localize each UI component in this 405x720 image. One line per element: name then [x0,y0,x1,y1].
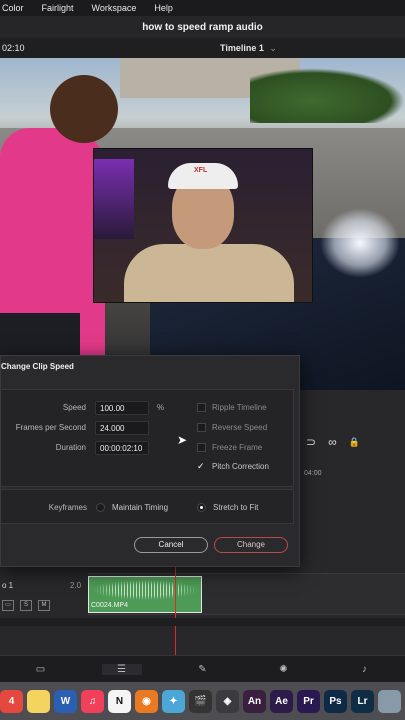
fusion-page-icon[interactable]: ✎ [183,664,223,675]
stretch-to-fit-radio[interactable] [197,503,206,512]
music-icon[interactable]: ♫ [81,689,104,713]
change-button[interactable]: Change [214,537,288,553]
project-title: how to speed ramp audio [142,21,263,33]
edit-page-icon[interactable]: ☰ [101,663,142,675]
menu-bar: Color Fairlight Workspace Help [0,0,405,16]
ruler-timecode: 04:00 [304,470,322,477]
background-trees [250,68,405,123]
solo-button[interactable]: S [20,599,32,611]
viewer-timecode: 02:10 [2,43,25,53]
color-app-icon[interactable]: ✦ [162,689,185,713]
reverse-speed-checkbox[interactable] [197,423,206,432]
notes-icon[interactable] [27,689,50,713]
menu-workspace[interactable]: Workspace [92,3,137,13]
macos-dock: 4 W ♫ N ◉ ✦ 🎬 ◈ An Ae Pr Ps Lr [0,682,405,720]
blender-icon[interactable]: ◉ [135,689,158,713]
speed-label: Speed [62,403,86,412]
chevron-down-icon: ⌄ [269,43,277,53]
reverse-speed-label: Reverse Speed [212,423,268,432]
playhead[interactable] [175,558,176,655]
freeze-frame-checkbox[interactable] [197,443,206,452]
webcam-shirt [124,244,294,302]
menu-help[interactable]: Help [154,3,173,13]
keyframes-panel: Keyframes Maintain Timing Stretch to Fit [1,489,294,524]
word-icon[interactable]: W [54,689,77,713]
speed-settings-panel: Speed 100.00 % Frames per Second 24.000 … [1,389,294,487]
media-page-icon[interactable]: ▭ [21,664,61,675]
window-title: how to speed ramp audio [0,16,405,38]
duration-label: Duration [55,443,86,452]
track-channel: 2.0 [70,581,82,590]
link-icon[interactable]: ∞ [328,435,337,449]
ripple-timeline-label: Ripple Timeline [212,403,267,412]
ripple-timeline-checkbox[interactable] [197,403,206,412]
page-navigation: ▭ ☰ ✎ ✺ ♪ [0,655,405,682]
fairlight-page-icon[interactable]: ♪ [345,664,385,675]
water-splash [320,208,400,278]
freeze-frame-label: Freeze Frame [212,443,263,452]
pitch-correction-checkbox[interactable]: ✓ [197,462,206,471]
checkmark-icon: ✓ [197,461,205,471]
track-controls: ▭ S M [0,596,88,614]
timeline-selector[interactable]: Timeline 1 ⌄ [220,43,277,54]
maintain-timing-label: Maintain Timing [112,503,169,512]
person-head [50,75,118,143]
speed-field[interactable]: 100.00 [95,401,149,415]
lock-icon[interactable]: 🔒 [349,437,360,448]
resolve-icon[interactable]: ◈ [216,689,239,713]
timeline-name: Timeline 1 [220,43,264,53]
menu-fairlight[interactable]: Fairlight [42,3,74,13]
photoshop-icon[interactable]: Ps [324,689,347,713]
waveform-toggle-icon[interactable]: ▭ [2,599,14,611]
change-clip-speed-dialog: Change Clip Speed Speed 100.00 % Frames … [0,355,300,567]
neon-light [94,159,134,239]
video-viewer[interactable]: XFL [0,58,405,390]
audio-clip[interactable]: C0024.MP4 [88,576,202,613]
pitch-correction-label: Pitch Correction [212,462,269,471]
stretch-to-fit-label: Stretch to Fit [213,503,259,512]
fps-label: Frames per Second [15,423,86,432]
audio-waveform [91,580,199,600]
notion-icon[interactable]: N [108,689,131,713]
speed-unit: % [157,403,165,412]
clip-name: C0024.MP4 [91,602,128,609]
viewer-header: 02:10 Timeline 1 ⌄ [0,38,405,58]
duration-field[interactable]: 00:00:02:10 [95,441,149,455]
timeline-toolbar: ⊃ ∞ 🔒 [300,430,405,454]
cap-logo: XFL [194,167,208,174]
lightroom-icon[interactable]: Lr [351,689,374,713]
extra-icon[interactable] [378,689,401,713]
animate-icon[interactable]: An [243,689,266,713]
premiere-icon[interactable]: Pr [297,689,320,713]
calendar-icon[interactable]: 4 [0,689,23,713]
snapping-magnet-icon[interactable]: ⊃ [306,435,316,449]
color-page-icon[interactable]: ✺ [264,664,304,675]
person-pink-hoodie [0,73,118,390]
timeline-scrollbar[interactable] [0,618,405,626]
clapper-icon[interactable]: 🎬 [189,689,212,713]
keyframes-label: Keyframes [48,503,87,512]
menu-color[interactable]: Color [2,3,24,13]
after-effects-icon[interactable]: Ae [270,689,293,713]
cancel-button[interactable]: Cancel [134,537,208,553]
audio-track-header: o 1 2.0 [0,578,88,596]
mute-button[interactable]: M [38,599,50,611]
maintain-timing-radio[interactable] [96,503,105,512]
fps-field[interactable]: 24.000 [95,421,149,435]
mouse-cursor-icon: ➤ [177,433,188,447]
webcam-overlay: XFL [93,148,313,303]
dialog-title: Change Clip Speed [1,362,74,371]
track-name: o 1 [2,581,14,590]
